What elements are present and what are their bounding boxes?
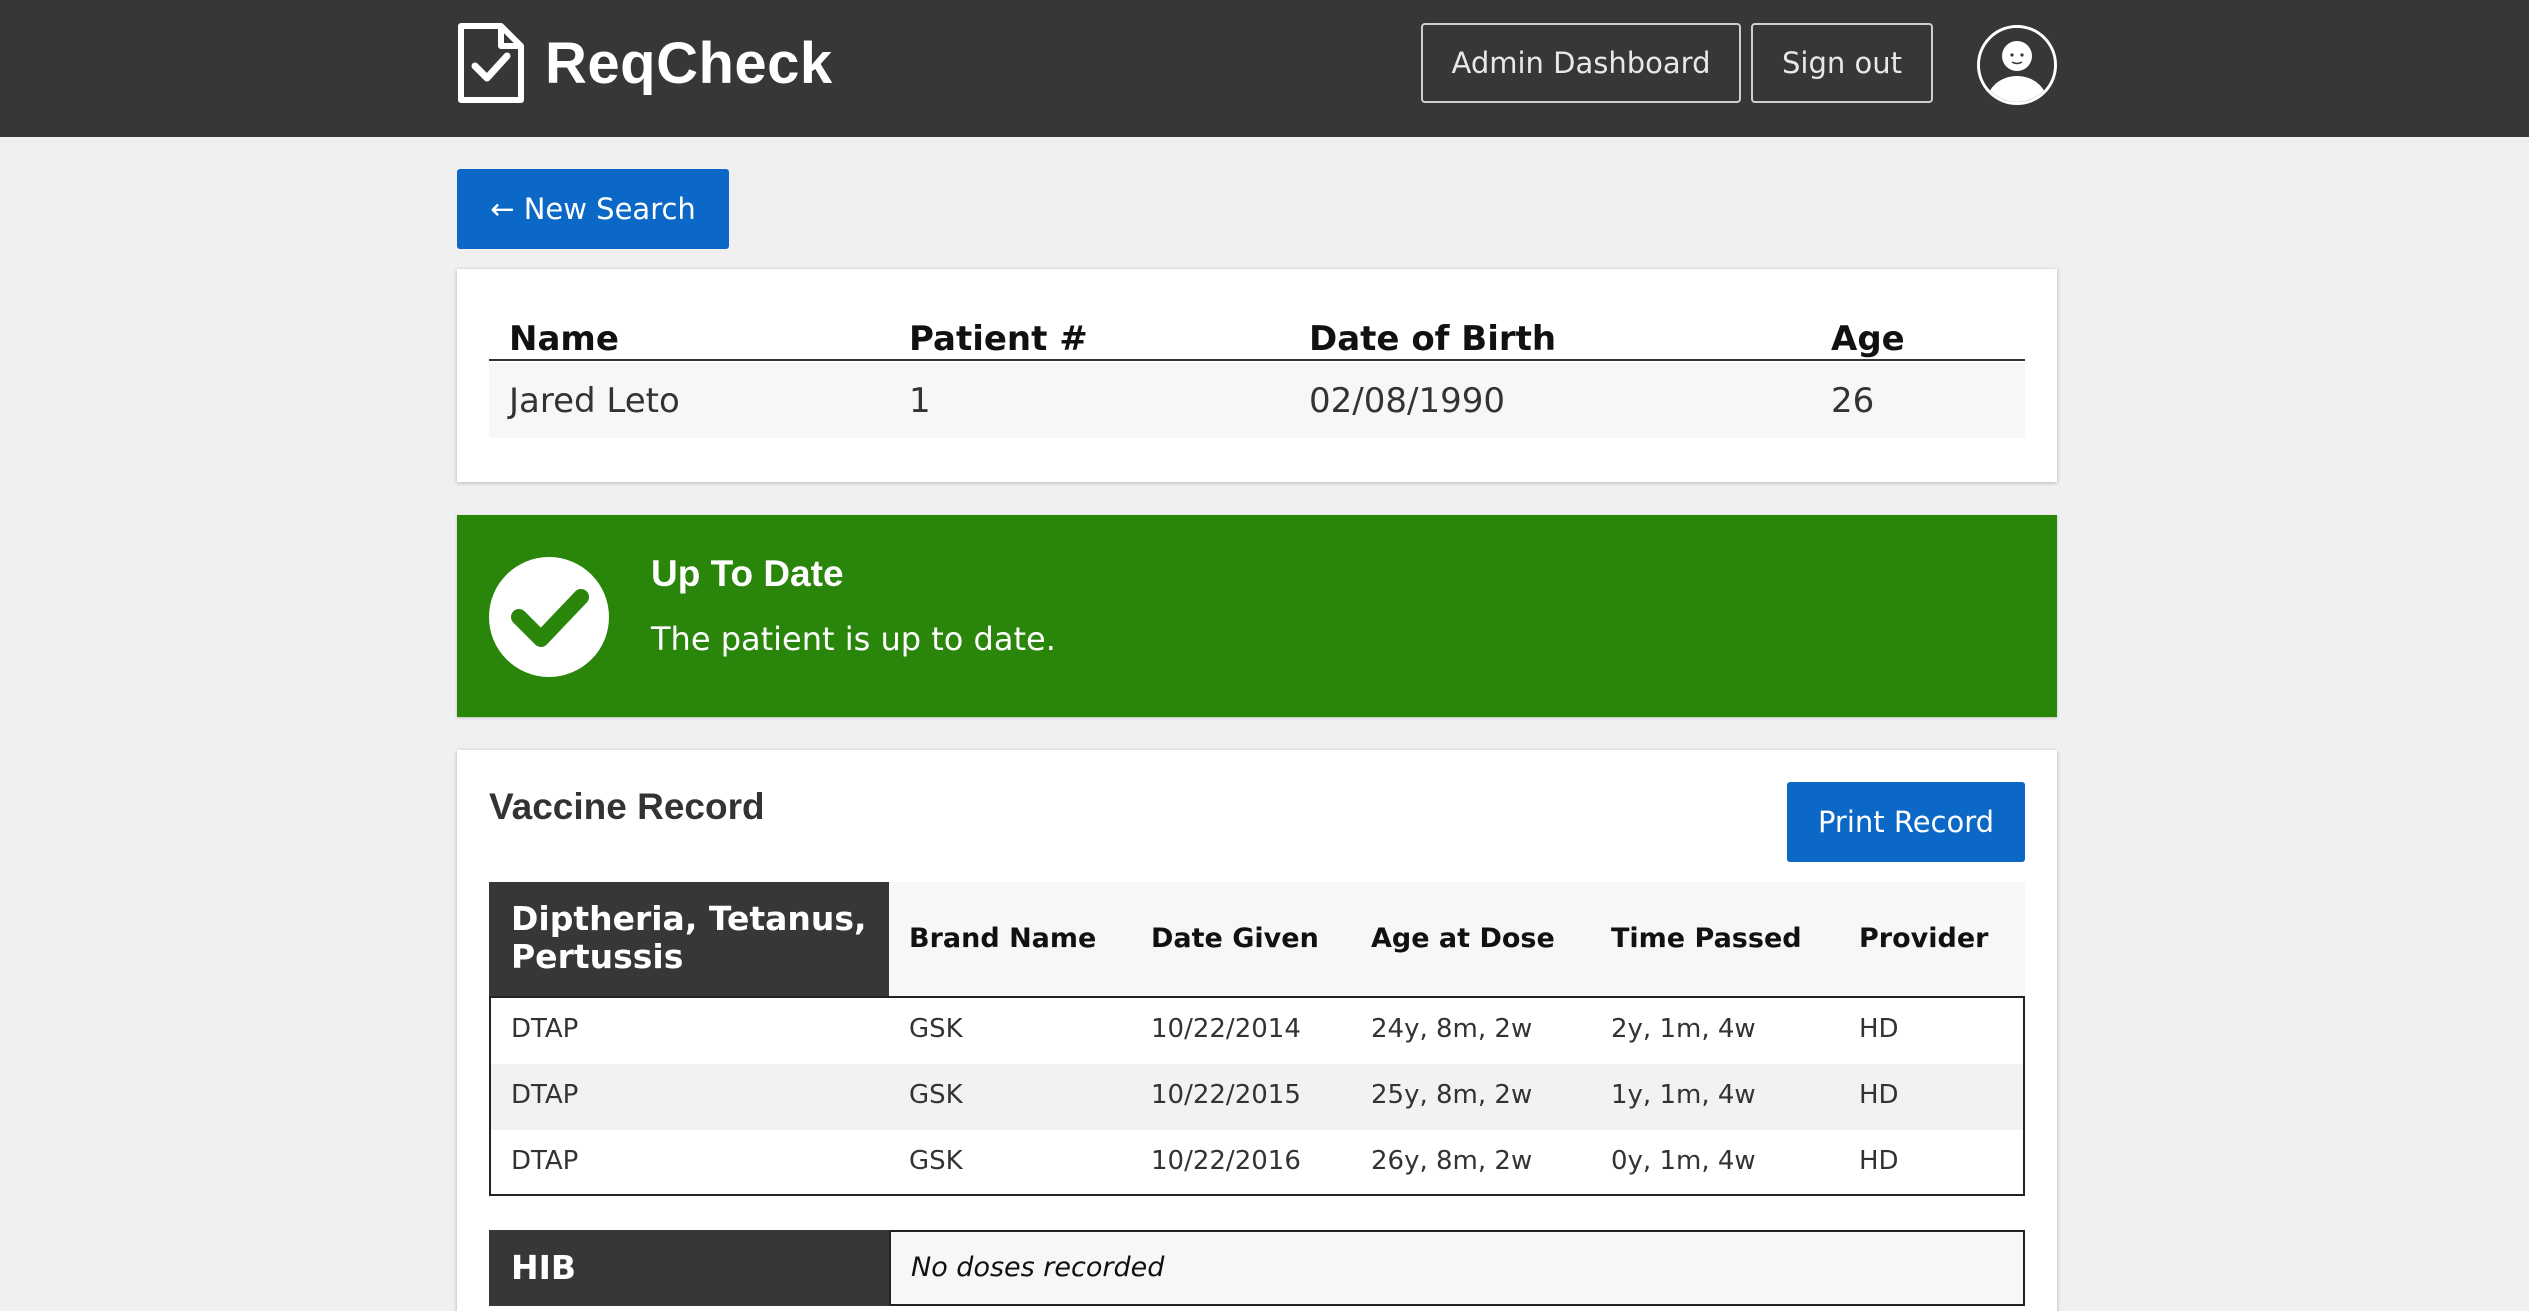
provider-cell: HD (1859, 1080, 1899, 1110)
admin-dashboard-button[interactable]: Admin Dashboard (1421, 23, 1741, 103)
date-given-cell: 10/22/2014 (1151, 1014, 1301, 1044)
column-header-date-given: Date Given (1151, 923, 1319, 954)
avatar[interactable] (1977, 25, 2057, 105)
patient-row: Jared Leto 1 02/08/1990 26 (489, 363, 2025, 438)
app-logo[interactable]: ReqCheck (455, 22, 833, 104)
column-header-name: Name (509, 319, 619, 359)
status-icon-circle (489, 557, 609, 677)
patient-table-header: Name Patient # Date of Birth Age (489, 311, 2025, 361)
column-header-brand-name: Brand Name (909, 923, 1097, 954)
no-doses-message: No doses recorded (911, 1252, 1165, 1283)
column-header-age-at-dose: Age at Dose (1371, 923, 1555, 954)
date-given-cell: 10/22/2016 (1151, 1146, 1301, 1176)
vaccine-cell: DTAP (511, 1146, 579, 1176)
column-header-time-passed: Time Passed (1611, 923, 1802, 954)
provider-cell: HD (1859, 1014, 1899, 1044)
vaccine-group-name: HIB (489, 1230, 889, 1306)
status-banner: Up To Date The patient is up to date. (457, 515, 2057, 717)
brand-cell: GSK (909, 1014, 963, 1044)
date-given-cell: 10/22/2015 (1151, 1080, 1301, 1110)
time-passed-cell: 1y, 1m, 4w (1611, 1080, 1756, 1110)
vaccine-dose-table: DTAP GSK 10/22/2014 24y, 8m, 2w 2y, 1m, … (489, 996, 2025, 1196)
vaccine-group-name: Diptheria, Tetanus, Pertussis (489, 882, 889, 996)
provider-cell: HD (1859, 1146, 1899, 1176)
age-at-dose-cell: 25y, 8m, 2w (1371, 1080, 1533, 1110)
patient-age: 26 (1831, 381, 1875, 421)
patient-date-of-birth: 02/08/1990 (1309, 381, 1505, 421)
patient-name: Jared Leto (509, 381, 680, 421)
checklist-document-icon (458, 23, 524, 103)
column-header-provider: Provider (1859, 923, 1989, 954)
patient-number: 1 (909, 381, 931, 421)
age-at-dose-cell: 24y, 8m, 2w (1371, 1014, 1533, 1044)
time-passed-cell: 2y, 1m, 4w (1611, 1014, 1756, 1044)
patient-info-card: Name Patient # Date of Birth Age Jared L… (457, 269, 2057, 482)
print-record-button[interactable]: Print Record (1787, 782, 2025, 862)
column-header-patient-number: Patient # (909, 319, 1088, 359)
top-navbar: ReqCheck Admin Dashboard Sign out (0, 0, 2529, 137)
status-message: The patient is up to date. (651, 620, 1056, 658)
brand-cell: GSK (909, 1146, 963, 1176)
time-passed-cell: 0y, 1m, 4w (1611, 1146, 1756, 1176)
vaccine-cell: DTAP (511, 1014, 579, 1044)
checkmark-icon (511, 589, 589, 647)
vaccine-cell: DTAP (511, 1080, 579, 1110)
table-row: DTAP GSK 10/22/2015 25y, 8m, 2w 1y, 1m, … (491, 1064, 2023, 1130)
vaccine-group-header: Diptheria, Tetanus, Pertussis Brand Name… (489, 882, 2025, 996)
app-name: ReqCheck (545, 30, 833, 96)
new-search-button[interactable]: ← New Search (457, 169, 729, 249)
brand-cell: GSK (909, 1080, 963, 1110)
table-row: DTAP GSK 10/22/2016 26y, 8m, 2w 0y, 1m, … (491, 1130, 2023, 1196)
vaccine-group-hib: HIB No doses recorded (489, 1230, 2025, 1306)
status-title: Up To Date (651, 553, 844, 594)
age-at-dose-cell: 26y, 8m, 2w (1371, 1146, 1533, 1176)
column-header-date-of-birth: Date of Birth (1309, 319, 1557, 359)
table-row: DTAP GSK 10/22/2014 24y, 8m, 2w 2y, 1m, … (491, 998, 2023, 1064)
vaccine-record-title: Vaccine Record (489, 786, 765, 827)
vaccine-record-card: Vaccine Record Print Record Diptheria, T… (457, 750, 2057, 1311)
empty-doses-box: No doses recorded (889, 1230, 2025, 1306)
column-header-age: Age (1831, 319, 1905, 359)
sign-out-button[interactable]: Sign out (1751, 23, 1933, 103)
user-avatar-icon (1980, 28, 2054, 102)
